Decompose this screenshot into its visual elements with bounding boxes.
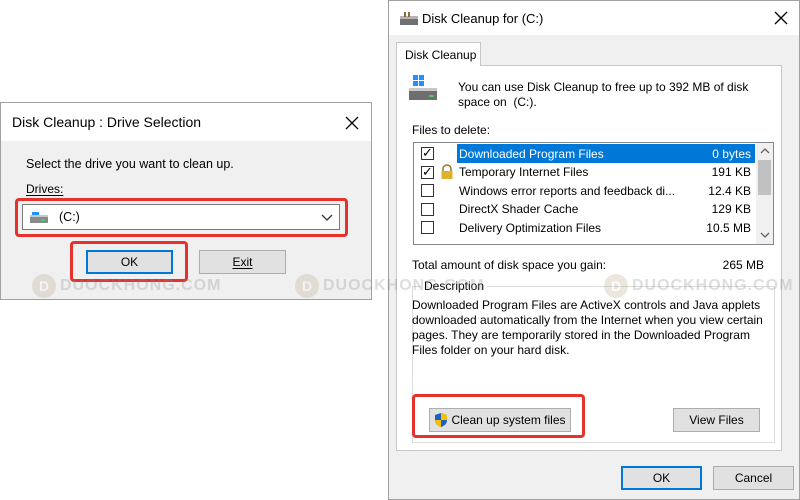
file-name: Delivery Optimization Files	[459, 220, 602, 235]
tab-disk-cleanup-label: Disk Cleanup	[405, 48, 477, 62]
view-files-button[interactable]: View Files	[673, 408, 760, 432]
intro-line-1: You can use Disk Cleanup to free up to 3…	[458, 80, 749, 94]
description-text: Downloaded Program Files are ActiveX con…	[412, 298, 772, 358]
close-icon[interactable]	[773, 10, 789, 26]
chevron-down-icon[interactable]	[321, 214, 333, 222]
view-files-label: View Files	[689, 413, 744, 427]
file-type-icon	[439, 146, 455, 162]
exit-button-label: Exit	[232, 255, 253, 269]
tab-panel: You can use Disk Cleanup to free up to 3…	[396, 65, 782, 451]
file-list-item[interactable]: ✓ Temporary Internet Files 191 KB	[415, 163, 755, 182]
file-size: 191 KB	[711, 165, 751, 180]
disk-cleanup-dialog: Disk Cleanup for (C:) Disk Cleanup You c…	[388, 0, 800, 500]
file-checkbox[interactable]	[421, 202, 434, 216]
drive-select[interactable]: (C:)	[22, 204, 340, 230]
drive-prompt: Select the drive you want to clean up.	[26, 157, 234, 171]
cleanup-dialog-titlebar: Disk Cleanup for (C:)	[389, 1, 799, 35]
file-name: DirectX Shader Cache	[459, 202, 579, 217]
scroll-up-icon[interactable]	[760, 148, 770, 154]
description-group: Description Downloaded Program Files are…	[412, 279, 775, 443]
scroll-thumb[interactable]	[758, 160, 771, 195]
files-list: ✓ Downloaded Program Files 0 bytes ✓ Tempora…	[413, 142, 774, 245]
intro-line-2: space on (C:).	[458, 95, 537, 109]
ok-button-label: OK	[652, 471, 671, 485]
description-label: Description	[421, 279, 488, 293]
total-value: 265 MB	[722, 258, 764, 272]
cancel-button[interactable]: Cancel	[713, 466, 794, 490]
file-size: 129 KB	[711, 202, 751, 217]
description-line: Downloaded Program Files are ActiveX con…	[412, 298, 761, 312]
drive-icon	[30, 212, 48, 223]
selected-drive: (C:)	[59, 210, 80, 224]
file-size: 10.5 MB	[706, 220, 751, 235]
file-name: Temporary Internet Files	[459, 165, 589, 180]
ok-button[interactable]: OK	[621, 466, 702, 490]
file-list-item[interactable]: Delivery Optimization Files 10.5 MB	[415, 218, 755, 237]
drive-dialog-titlebar: Disk Cleanup : Drive Selection	[1, 103, 371, 141]
cleanup-dialog-title: Disk Cleanup for (C:)	[422, 11, 544, 26]
file-type-icon	[439, 183, 455, 199]
disk-cleanup-app-icon	[400, 12, 418, 25]
exit-button[interactable]: Exit	[199, 250, 286, 274]
description-line: Files folder on your hard disk.	[412, 343, 570, 357]
file-size: 0 bytes	[687, 144, 755, 163]
file-list-item[interactable]: Windows error reports and feedback di...…	[415, 181, 755, 200]
clean-up-system-files-button[interactable]: Clean up system files	[429, 408, 571, 432]
checkmark-icon: ✓	[422, 145, 433, 160]
file-checkbox[interactable]	[421, 184, 434, 198]
file-type-icon	[439, 201, 455, 217]
file-checkbox[interactable]: ✓	[421, 163, 434, 179]
file-type-icon	[439, 220, 455, 236]
file-checkbox[interactable]: ✓	[421, 145, 434, 160]
drive-selection-dialog: Disk Cleanup : Drive Selection Select th…	[0, 102, 372, 300]
total-label: Total amount of disk space you gain:	[412, 258, 607, 272]
lock-icon	[441, 164, 453, 180]
description-line: pages. They are temporarily stored in th…	[412, 328, 750, 342]
ok-button-label: OK	[120, 255, 139, 269]
close-icon[interactable]	[344, 115, 360, 131]
file-checkbox[interactable]	[421, 221, 434, 235]
file-name: Downloaded Program Files	[457, 144, 687, 163]
file-size: 12.4 KB	[708, 183, 751, 198]
description-line: downloaded automatically from the Intern…	[412, 313, 763, 327]
checkmark-icon: ✓	[422, 163, 433, 179]
drive-dialog-title: Disk Cleanup : Drive Selection	[12, 114, 202, 130]
scroll-down-icon[interactable]	[760, 232, 770, 238]
clean-up-system-files-label: Clean up system files	[451, 413, 566, 427]
file-list-item[interactable]: DirectX Shader Cache 129 KB	[415, 200, 755, 219]
cancel-button-label: Cancel	[734, 471, 773, 485]
ok-button[interactable]: OK	[86, 250, 173, 274]
uac-shield-icon	[435, 413, 448, 427]
drive-icon	[409, 75, 437, 100]
file-name: Windows error reports and feedback di...	[459, 183, 676, 198]
tab-disk-cleanup[interactable]: Disk Cleanup	[396, 42, 481, 66]
scrollbar[interactable]	[756, 143, 773, 244]
file-list-item[interactable]: ✓ Downloaded Program Files 0 bytes	[415, 144, 755, 163]
files-to-delete-label: Files to delete:	[412, 123, 491, 137]
drives-label: Drives:	[26, 182, 64, 196]
